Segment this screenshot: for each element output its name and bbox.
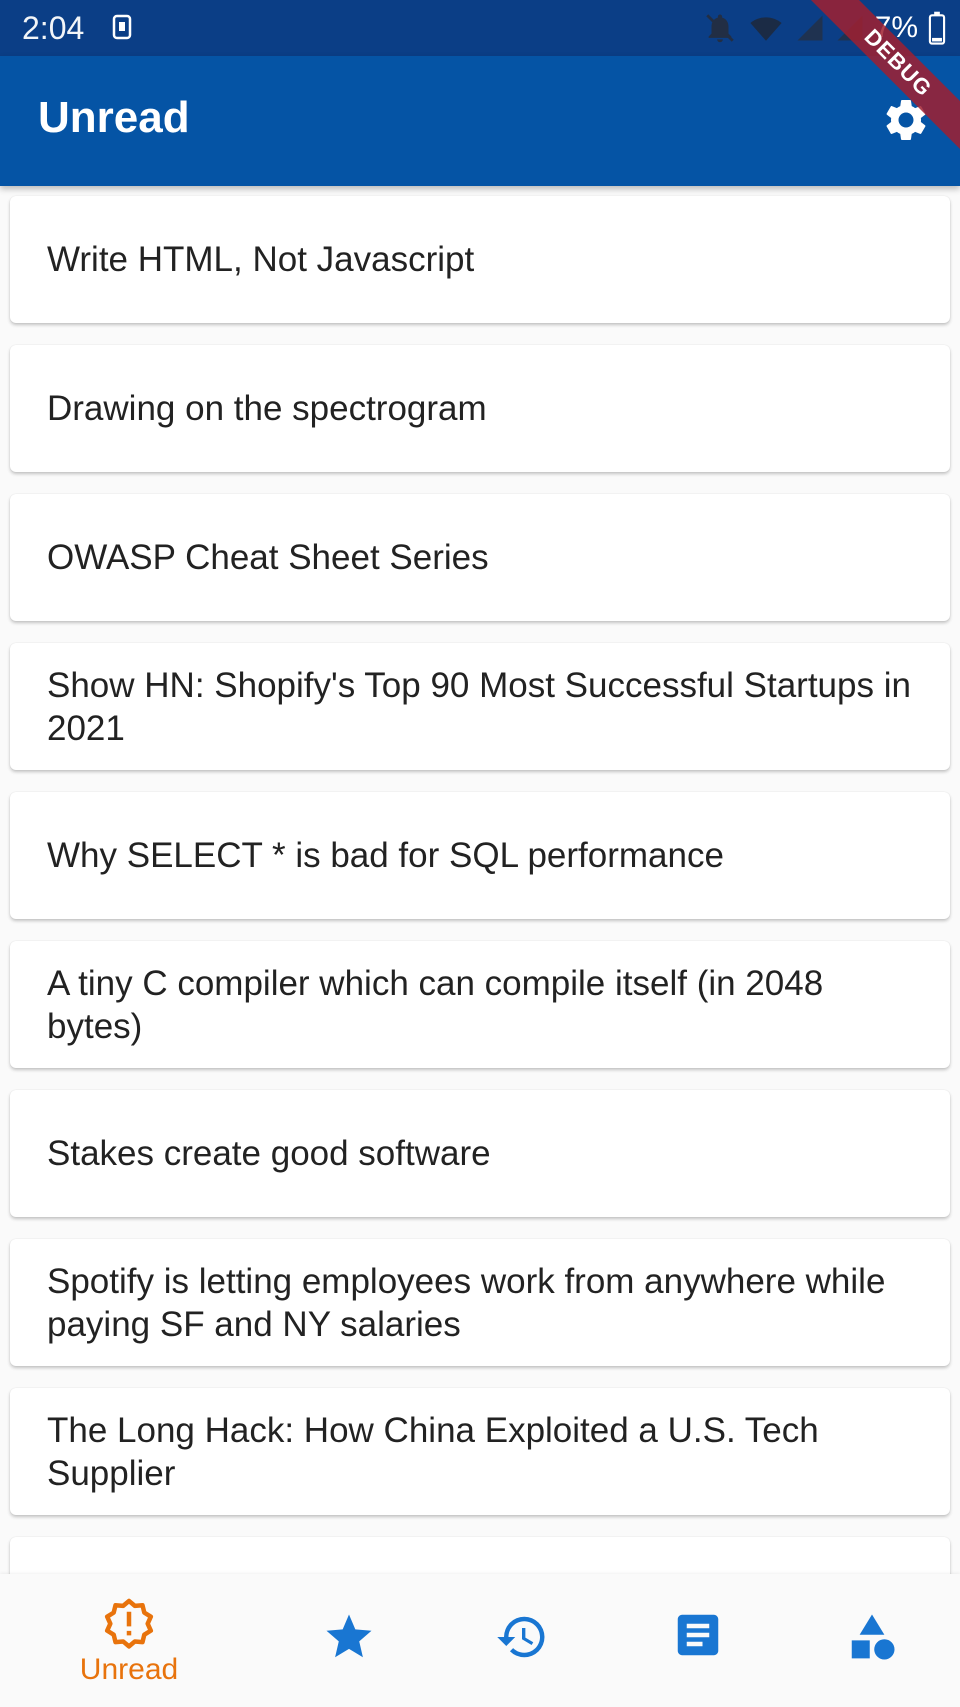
nav-history[interactable]	[426, 1574, 618, 1707]
history-icon	[497, 1616, 545, 1658]
notifications-off-icon	[705, 14, 734, 43]
gear-icon	[886, 100, 926, 140]
article-card[interactable]	[10, 1537, 950, 1574]
nav-unread[interactable]: Unread	[33, 1574, 225, 1707]
battery-icon	[928, 11, 946, 45]
new-releases-icon	[104, 1598, 154, 1649]
app-bar: Unread	[0, 56, 960, 186]
article-card[interactable]: Drawing on the spectrogram	[10, 345, 950, 472]
article-card[interactable]: A tiny C compiler which can compile itse…	[10, 941, 950, 1068]
article-title: Show HN: Shopify's Top 90 Most Successfu…	[47, 665, 911, 748]
settings-button[interactable]	[878, 92, 934, 148]
article-card[interactable]: OWASP Cheat Sheet Series	[10, 494, 950, 621]
article-card[interactable]: Why SELECT * is bad for SQL performance	[10, 792, 950, 919]
bottom-navigation: Unread	[0, 1574, 960, 1707]
status-icons: 7%	[703, 10, 946, 46]
article-title: Stakes create good software	[47, 1134, 491, 1173]
nav-unread-label: Unread	[79, 1653, 179, 1686]
article-title: Spotify is letting employees work from a…	[47, 1261, 886, 1344]
sim-card-icon	[112, 14, 132, 40]
article-card[interactable]: Spotify is letting employees work from a…	[10, 1239, 950, 1366]
article-card[interactable]: The Long Hack: How China Exploited a U.S…	[10, 1388, 950, 1515]
wifi-icon	[750, 17, 782, 41]
status-time: 2:04	[22, 10, 85, 46]
category-shapes-icon	[851, 1614, 895, 1660]
article-title: Drawing on the spectrogram	[47, 389, 487, 428]
article-card[interactable]: Show HN: Shopify's Top 90 Most Successfu…	[10, 643, 950, 770]
article-title: Write HTML, Not Javascript	[47, 240, 475, 279]
nav-categories[interactable]	[776, 1574, 960, 1707]
star-icon	[326, 1614, 372, 1658]
nav-starred[interactable]	[253, 1574, 445, 1707]
page-title: Unread	[38, 93, 190, 142]
article-title: OWASP Cheat Sheet Series	[47, 538, 489, 577]
article-icon	[677, 1614, 719, 1656]
article-title: The Long Hack: How China Exploited a U.S…	[47, 1410, 819, 1493]
article-list[interactable]: Write HTML, Not Javascript Drawing on th…	[0, 186, 960, 1574]
signal-icon	[837, 15, 863, 41]
battery-percent: 7%	[874, 11, 918, 44]
signal-off-icon	[797, 15, 823, 41]
status-bar: 2:04 7%	[0, 0, 960, 56]
article-title: Why SELECT * is bad for SQL performance	[47, 836, 724, 875]
article-title: A tiny C compiler which can compile itse…	[47, 963, 824, 1046]
article-card[interactable]: Stakes create good software	[10, 1090, 950, 1217]
nav-articles[interactable]	[602, 1574, 794, 1707]
article-card[interactable]: Write HTML, Not Javascript	[10, 196, 950, 323]
